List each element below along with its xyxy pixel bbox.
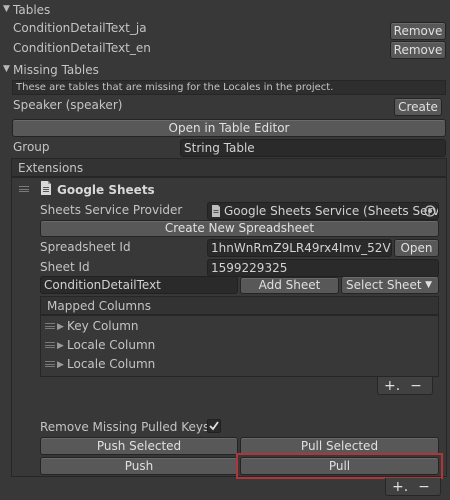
pull-highlight-box (236, 453, 443, 479)
sheet-id-field[interactable]: 1599229325 (207, 259, 439, 277)
group-field[interactable]: String Table (180, 139, 446, 157)
google-sheets-title: Google Sheets (57, 183, 155, 197)
provider-asset-icon (211, 205, 221, 219)
spreadsheet-id-label: Spreadsheet Id (40, 240, 131, 254)
remove-missing-keys-label: Remove Missing Pulled Keys (40, 420, 210, 434)
google-sheets-file-icon (40, 181, 52, 195)
create-table-button[interactable]: Create (394, 98, 442, 116)
dropdown-arrow-icon: ▼ (425, 280, 432, 290)
open-spreadsheet-button[interactable]: Open (394, 239, 439, 257)
add-extension-button[interactable]: +. (392, 479, 408, 495)
provider-value: Google Sheets Service (Sheets Servic (224, 204, 439, 218)
column-drag-handle-icon[interactable] (45, 342, 55, 348)
extensions-header: Extensions (11, 158, 447, 177)
add-column-button[interactable]: +. (384, 378, 400, 394)
missing-tables-header[interactable]: Missing Tables (13, 61, 99, 79)
mapped-column-locale-1[interactable]: Locale Column (67, 336, 155, 354)
drag-handle-icon[interactable] (19, 186, 29, 192)
column-foldout-arrow[interactable]: ▶ (57, 322, 64, 332)
sheets-service-provider-label: Sheets Service Provider (40, 203, 183, 217)
column-drag-handle-icon[interactable] (45, 361, 55, 367)
sheet-id-label: Sheet Id (40, 260, 90, 274)
remove-missing-keys-checkbox[interactable] (207, 419, 221, 433)
table-item-en: ConditionDetailText_en (13, 41, 151, 55)
remove-table-ja-button[interactable]: Remove (390, 22, 446, 40)
checkmark-icon (209, 421, 219, 431)
mapped-columns-header: Mapped Columns (40, 296, 439, 315)
select-sheet-dropdown[interactable]: Select Sheet ▼ (341, 276, 439, 294)
sheets-service-provider-field[interactable]: Google Sheets Service (Sheets Servic (207, 202, 439, 220)
push-button[interactable]: Push (40, 457, 238, 475)
mapped-column-key[interactable]: Key Column (67, 317, 139, 335)
create-new-spreadsheet-button[interactable]: Create New Spreadsheet (40, 220, 439, 237)
group-label: Group (13, 140, 50, 154)
column-foldout-arrow[interactable]: ▶ (57, 360, 64, 370)
tables-foldout-arrow[interactable]: ▼ (3, 4, 10, 14)
missing-table-item: Speaker (speaker) (13, 98, 123, 112)
add-sheet-button[interactable]: Add Sheet (240, 277, 339, 294)
push-selected-button[interactable]: Push Selected (40, 437, 238, 455)
column-drag-handle-icon[interactable] (45, 323, 55, 329)
remove-column-button[interactable]: − (408, 378, 424, 394)
table-item-ja: ConditionDetailText_ja (13, 21, 147, 35)
mapped-column-locale-2[interactable]: Locale Column (67, 355, 155, 373)
missing-tables-foldout-arrow[interactable]: ▼ (3, 64, 10, 74)
select-sheet-label: Select Sheet (346, 278, 422, 292)
open-table-editor-button[interactable]: Open in Table Editor (12, 119, 446, 137)
object-picker-icon[interactable] (424, 205, 436, 219)
sheet-name-field[interactable]: ConditionDetailText (40, 276, 238, 294)
remove-table-en-button[interactable]: Remove (390, 41, 446, 59)
column-foldout-arrow[interactable]: ▶ (57, 341, 64, 351)
tables-header[interactable]: Tables (13, 1, 50, 19)
missing-tables-help-box: These are tables that are missing for th… (12, 80, 446, 95)
remove-extension-button[interactable]: − (416, 479, 432, 495)
spreadsheet-id-field[interactable]: 1hnWnRmZ9LR49rx4Imv_52VsD2 (207, 239, 392, 257)
